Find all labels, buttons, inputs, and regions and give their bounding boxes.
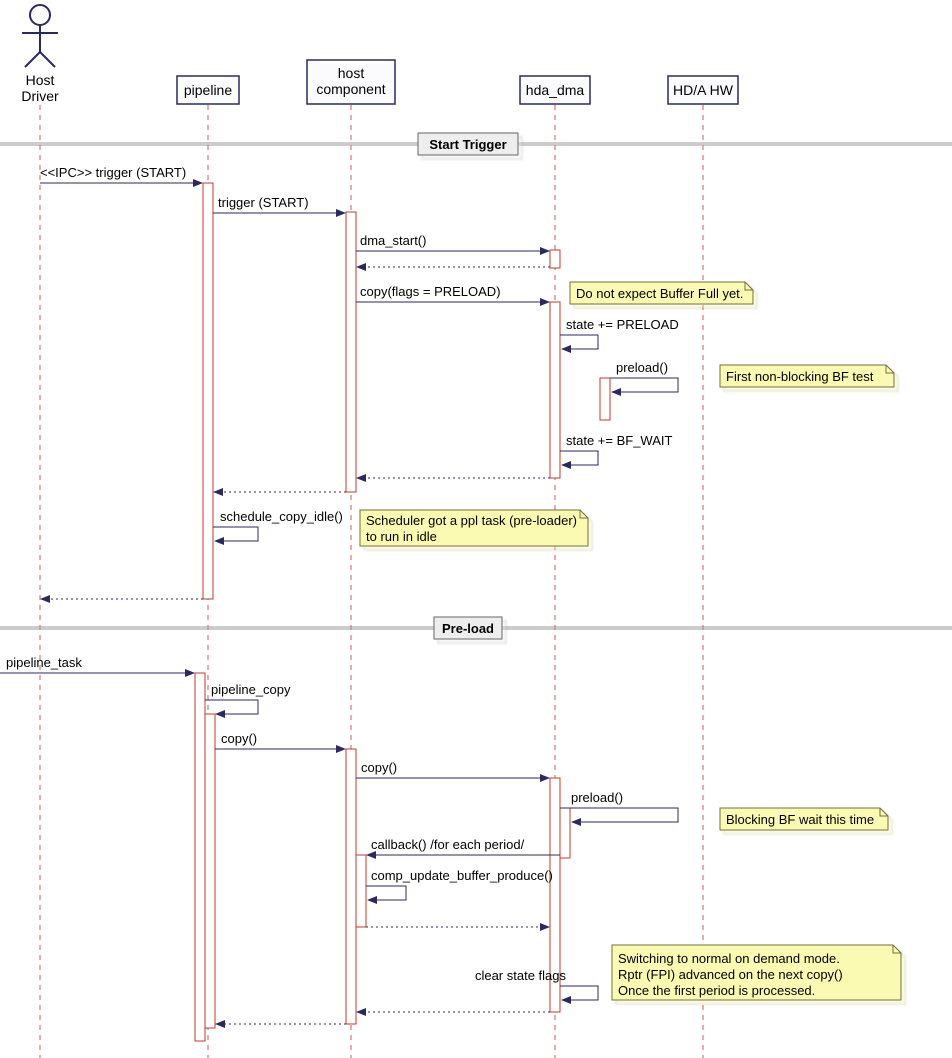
svg-text:pipeline: pipeline [184,82,232,98]
svg-text:callback() /for each period/: callback() /for each period/ [371,837,525,852]
activation-host-2 [346,749,356,1024]
svg-text:Do not expect Buffer Full yet.: Do not expect Buffer Full yet. [576,286,743,301]
activation-pipeline-2 [195,673,205,1041]
msg-clear-state: clear state flags [475,968,598,1000]
msg-copy-preload: copy(flags = PRELOAD) [356,284,549,302]
svg-text:to run in idle: to run in idle [366,529,437,544]
svg-text:Switching to normal on demand: Switching to normal on demand mode. [618,951,840,966]
svg-text:copy(): copy() [221,731,257,746]
msg-state-preload: state += PRELOAD [560,317,679,349]
activation-host-1 [346,212,356,492]
svg-text:HD/A HW: HD/A HW [673,82,734,98]
svg-text:copy(): copy() [361,760,397,775]
msg-copy-1: copy() [215,731,345,749]
svg-text:comp_update_buffer_produce(): comp_update_buffer_produce() [371,868,553,883]
participant-hda-hw: HD/A HW [668,76,738,104]
svg-text:Rptr (FPI) advanced on the nex: Rptr (FPI) advanced on the next copy() [618,967,843,982]
msg-state-bfwait: state += BF_WAIT [560,433,673,465]
activation-host-3 [356,855,366,927]
msg-schedule-copy-idle: schedule_copy_idle() [213,509,343,541]
svg-text:hda_dma: hda_dma [526,82,585,98]
msg-comp-update: comp_update_buffer_produce() [366,868,553,900]
activation-dma-1 [550,250,560,268]
svg-text:preload(): preload() [616,360,668,375]
note-scheduler: Scheduler got a ppl task (pre-loader) to… [360,510,588,546]
svg-text:Start Trigger: Start Trigger [429,137,506,152]
msg-ipc-trigger-start: <<IPC>> trigger (START) [40,165,202,183]
svg-text:schedule_copy_idle(): schedule_copy_idle() [220,509,343,524]
svg-text:<<IPC>> trigger (START): <<IPC>> trigger (START) [40,165,186,180]
svg-text:dma_start(): dma_start() [360,233,426,248]
divider-pre-load: Pre-load [0,617,952,639]
svg-text:Pre-load: Pre-load [442,621,494,636]
svg-text:Once the first period is proce: Once the first period is processed. [618,983,815,998]
msg-trigger-start: trigger (START) [213,195,345,213]
activation-dma-4 [560,808,570,858]
actor-host-driver: HostDriver [21,5,59,104]
actor-label: HostDriver [21,72,59,104]
note-switching: Switching to normal on demand mode. Rptr… [612,945,901,1000]
sequence-diagram: HostDriver pipeline hostcomponent hda_dm… [0,0,952,1058]
msg-copy-2: copy() [356,760,549,778]
svg-text:preload(): preload() [571,790,623,805]
note-buffer-full: Do not expect Buffer Full yet. [570,282,753,304]
participant-pipeline: pipeline [177,76,239,104]
msg-callback: callback() /for each period/ [367,837,560,855]
msg-preload-2: preload() [560,790,678,822]
divider-start-trigger: Start Trigger [0,133,952,155]
activation-dma-2 [550,302,560,478]
note-blocking-bf: Blocking BF wait this time [720,808,888,830]
participant-hda-dma: hda_dma [520,76,590,104]
msg-pipeline-copy: pipeline_copy [205,682,291,714]
msg-pipeline-task: pipeline_task [0,655,194,673]
svg-text:pipeline_task: pipeline_task [6,655,82,670]
svg-text:trigger (START): trigger (START) [218,195,309,210]
activation-pipeline-1 [203,183,213,599]
activation-pipeline-3 [205,714,215,1028]
msg-preload-1: preload() [600,360,678,420]
svg-text:First non-blocking BF test: First non-blocking BF test [726,369,874,384]
svg-text:pipeline_copy: pipeline_copy [211,682,291,697]
svg-text:Blocking BF wait this time: Blocking BF wait this time [726,812,874,827]
participant-host-component: hostcomponent [307,60,395,104]
svg-text:clear state flags: clear state flags [475,968,567,983]
svg-text:Scheduler got a ppl task (pre-: Scheduler got a ppl task (pre-loader) [366,513,577,528]
svg-text:state += PRELOAD: state += PRELOAD [566,317,679,332]
note-first-bf-test: First non-blocking BF test [720,365,894,387]
svg-text:copy(flags = PRELOAD): copy(flags = PRELOAD) [360,284,501,299]
svg-text:state += BF_WAIT: state += BF_WAIT [566,433,673,448]
msg-dma-start: dma_start() [356,233,550,267]
